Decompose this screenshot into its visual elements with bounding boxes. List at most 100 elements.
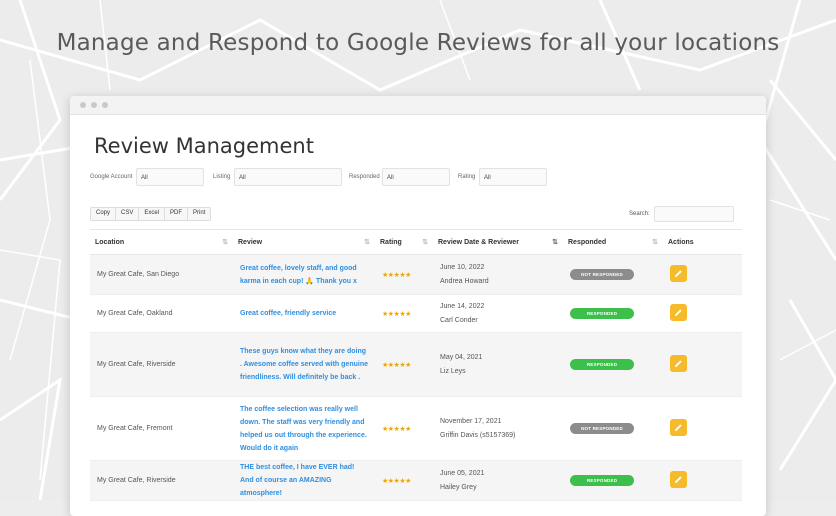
app-window: Review Management Google Account All Lis… xyxy=(70,96,766,516)
edit-response-button[interactable] xyxy=(670,355,687,372)
search-input[interactable] xyxy=(654,206,734,222)
column-header-responded[interactable]: Responded ⇅ xyxy=(563,229,663,255)
review-date: November 17, 2021 xyxy=(440,417,502,425)
edit-response-button[interactable] xyxy=(670,304,687,321)
table-row: My Great Cafe, Riverside THE best coffee… xyxy=(90,460,742,501)
window-dot-icon xyxy=(91,102,97,108)
pencil-icon xyxy=(674,424,682,432)
filter-label-listing: Listing xyxy=(213,174,231,180)
column-label: Review Date & Reviewer xyxy=(438,238,519,246)
status-badge: RESPONDED xyxy=(570,359,634,370)
column-label: Responded xyxy=(568,238,607,246)
review-text[interactable]: These guys know what they are doing . Aw… xyxy=(233,332,375,397)
review-date: June 10, 2022 xyxy=(440,263,485,271)
location-cell: My Great Cafe, Oakland xyxy=(90,294,233,333)
actions-cell xyxy=(663,396,742,461)
date-reviewer-cell: June 05, 2021 Hailey Grey xyxy=(433,460,563,501)
edit-response-button[interactable] xyxy=(670,471,687,488)
copy-button[interactable]: Copy xyxy=(91,208,117,220)
filter-label-responded: Responded xyxy=(349,174,380,180)
excel-button[interactable]: Excel xyxy=(139,208,166,220)
filter-label-rating: Rating xyxy=(458,174,476,180)
responded-cell: RESPONDED xyxy=(563,294,663,333)
listing-select[interactable]: All xyxy=(234,168,342,186)
rating-stars: ★★★★★ xyxy=(375,294,433,333)
search-label: Search: xyxy=(629,211,650,217)
google-account-select[interactable]: All xyxy=(136,168,204,186)
edit-response-button[interactable] xyxy=(670,265,687,282)
table-row: My Great Cafe, San Diego Great coffee, l… xyxy=(90,254,742,295)
rating-stars: ★★★★★ xyxy=(375,254,433,295)
location-cell: My Great Cafe, Riverside xyxy=(90,460,233,501)
sort-arrows-icon[interactable]: ⇅ xyxy=(222,238,228,246)
date-reviewer-cell: May 04, 2021 Liz Leys xyxy=(433,332,563,397)
rating-stars: ★★★★★ xyxy=(375,460,433,501)
status-badge: RESPONDED xyxy=(570,308,634,319)
pencil-icon xyxy=(674,476,682,484)
page-title: Review Management xyxy=(94,134,314,158)
review-date: June 05, 2021 xyxy=(440,469,485,477)
sort-arrows-icon[interactable]: ⇅ xyxy=(422,238,428,246)
responded-cell: NOT RESPONDED xyxy=(563,396,663,461)
csv-button[interactable]: CSV xyxy=(116,208,140,220)
reviewer-name: Griffin Davis (s5157369) xyxy=(440,431,516,439)
actions-cell xyxy=(663,460,742,501)
status-badge: RESPONDED xyxy=(570,475,634,486)
table-row: My Great Cafe, Fremont The coffee select… xyxy=(90,396,742,461)
rating-stars: ★★★★★ xyxy=(375,396,433,461)
column-label: Review xyxy=(238,238,263,246)
column-header-review-date[interactable]: Review Date & Reviewer ⇅ xyxy=(433,229,563,255)
review-text[interactable]: THE best coffee, I have EVER had! And of… xyxy=(233,460,375,501)
table-header-row: Location ⇅ Review ⇅ Rating ⇅ Review Date & … xyxy=(90,229,742,255)
reviews-table: Location ⇅ Review ⇅ Rating ⇅ Review Date & … xyxy=(90,229,742,501)
review-date: June 14, 2022 xyxy=(440,302,485,310)
column-label: Actions xyxy=(668,238,694,246)
reviewer-name: Hailey Grey xyxy=(440,483,477,491)
actions-cell xyxy=(663,254,742,295)
column-label: Rating xyxy=(380,238,402,246)
edit-response-button[interactable] xyxy=(670,419,687,436)
filter-bar: Google Account All Listing All Responded… xyxy=(90,168,750,188)
page-headline: Manage and Respond to Google Reviews for… xyxy=(56,30,780,56)
reviewer-name: Carl Conder xyxy=(440,316,478,324)
rating-select[interactable]: All xyxy=(479,168,547,186)
review-text[interactable]: Great coffee, lovely staff, and good kar… xyxy=(233,254,375,295)
table-row: My Great Cafe, Riverside These guys know… xyxy=(90,332,742,397)
filter-label-google-account: Google Account xyxy=(90,174,133,180)
pencil-icon xyxy=(674,309,682,317)
sort-arrows-icon[interactable]: ⇅ xyxy=(552,238,558,246)
window-titlebar xyxy=(70,96,766,115)
review-date: May 04, 2021 xyxy=(440,353,483,361)
review-text[interactable]: The coffee selection was really well dow… xyxy=(233,396,375,461)
responded-cell: RESPONDED xyxy=(563,332,663,397)
pencil-icon xyxy=(674,360,682,368)
column-label: Location xyxy=(95,238,125,246)
sort-arrows-icon[interactable]: ⇅ xyxy=(652,238,658,246)
rating-stars: ★★★★★ xyxy=(375,332,433,397)
pencil-icon xyxy=(674,270,682,278)
status-badge: NOT RESPONDED xyxy=(570,423,634,434)
column-header-review[interactable]: Review ⇅ xyxy=(233,229,375,255)
reviewer-name: Liz Leys xyxy=(440,367,466,375)
print-button[interactable]: Print xyxy=(188,208,211,220)
date-reviewer-cell: June 14, 2022 Carl Conder xyxy=(433,294,563,333)
sort-arrows-icon[interactable]: ⇅ xyxy=(364,238,370,246)
actions-cell xyxy=(663,332,742,397)
column-header-location[interactable]: Location ⇅ xyxy=(90,229,233,255)
pdf-button[interactable]: PDF xyxy=(165,208,189,220)
window-dot-icon xyxy=(102,102,108,108)
responded-cell: RESPONDED xyxy=(563,460,663,501)
location-cell: My Great Cafe, San Diego xyxy=(90,254,233,295)
table-row: My Great Cafe, Oakland Great coffee, fri… xyxy=(90,294,742,333)
location-cell: My Great Cafe, Riverside xyxy=(90,332,233,397)
actions-cell xyxy=(663,294,742,333)
date-reviewer-cell: November 17, 2021 Griffin Davis (s5157369… xyxy=(433,396,563,461)
responded-cell: NOT RESPONDED xyxy=(563,254,663,295)
status-badge: NOT RESPONDED xyxy=(570,269,634,280)
review-text[interactable]: Great coffee, friendly service xyxy=(233,294,375,333)
column-header-rating[interactable]: Rating ⇅ xyxy=(375,229,433,255)
window-dot-icon xyxy=(80,102,86,108)
reviewer-name: Andrea Howard xyxy=(440,277,489,285)
responded-select[interactable]: All xyxy=(382,168,450,186)
location-cell: My Great Cafe, Fremont xyxy=(90,396,233,461)
